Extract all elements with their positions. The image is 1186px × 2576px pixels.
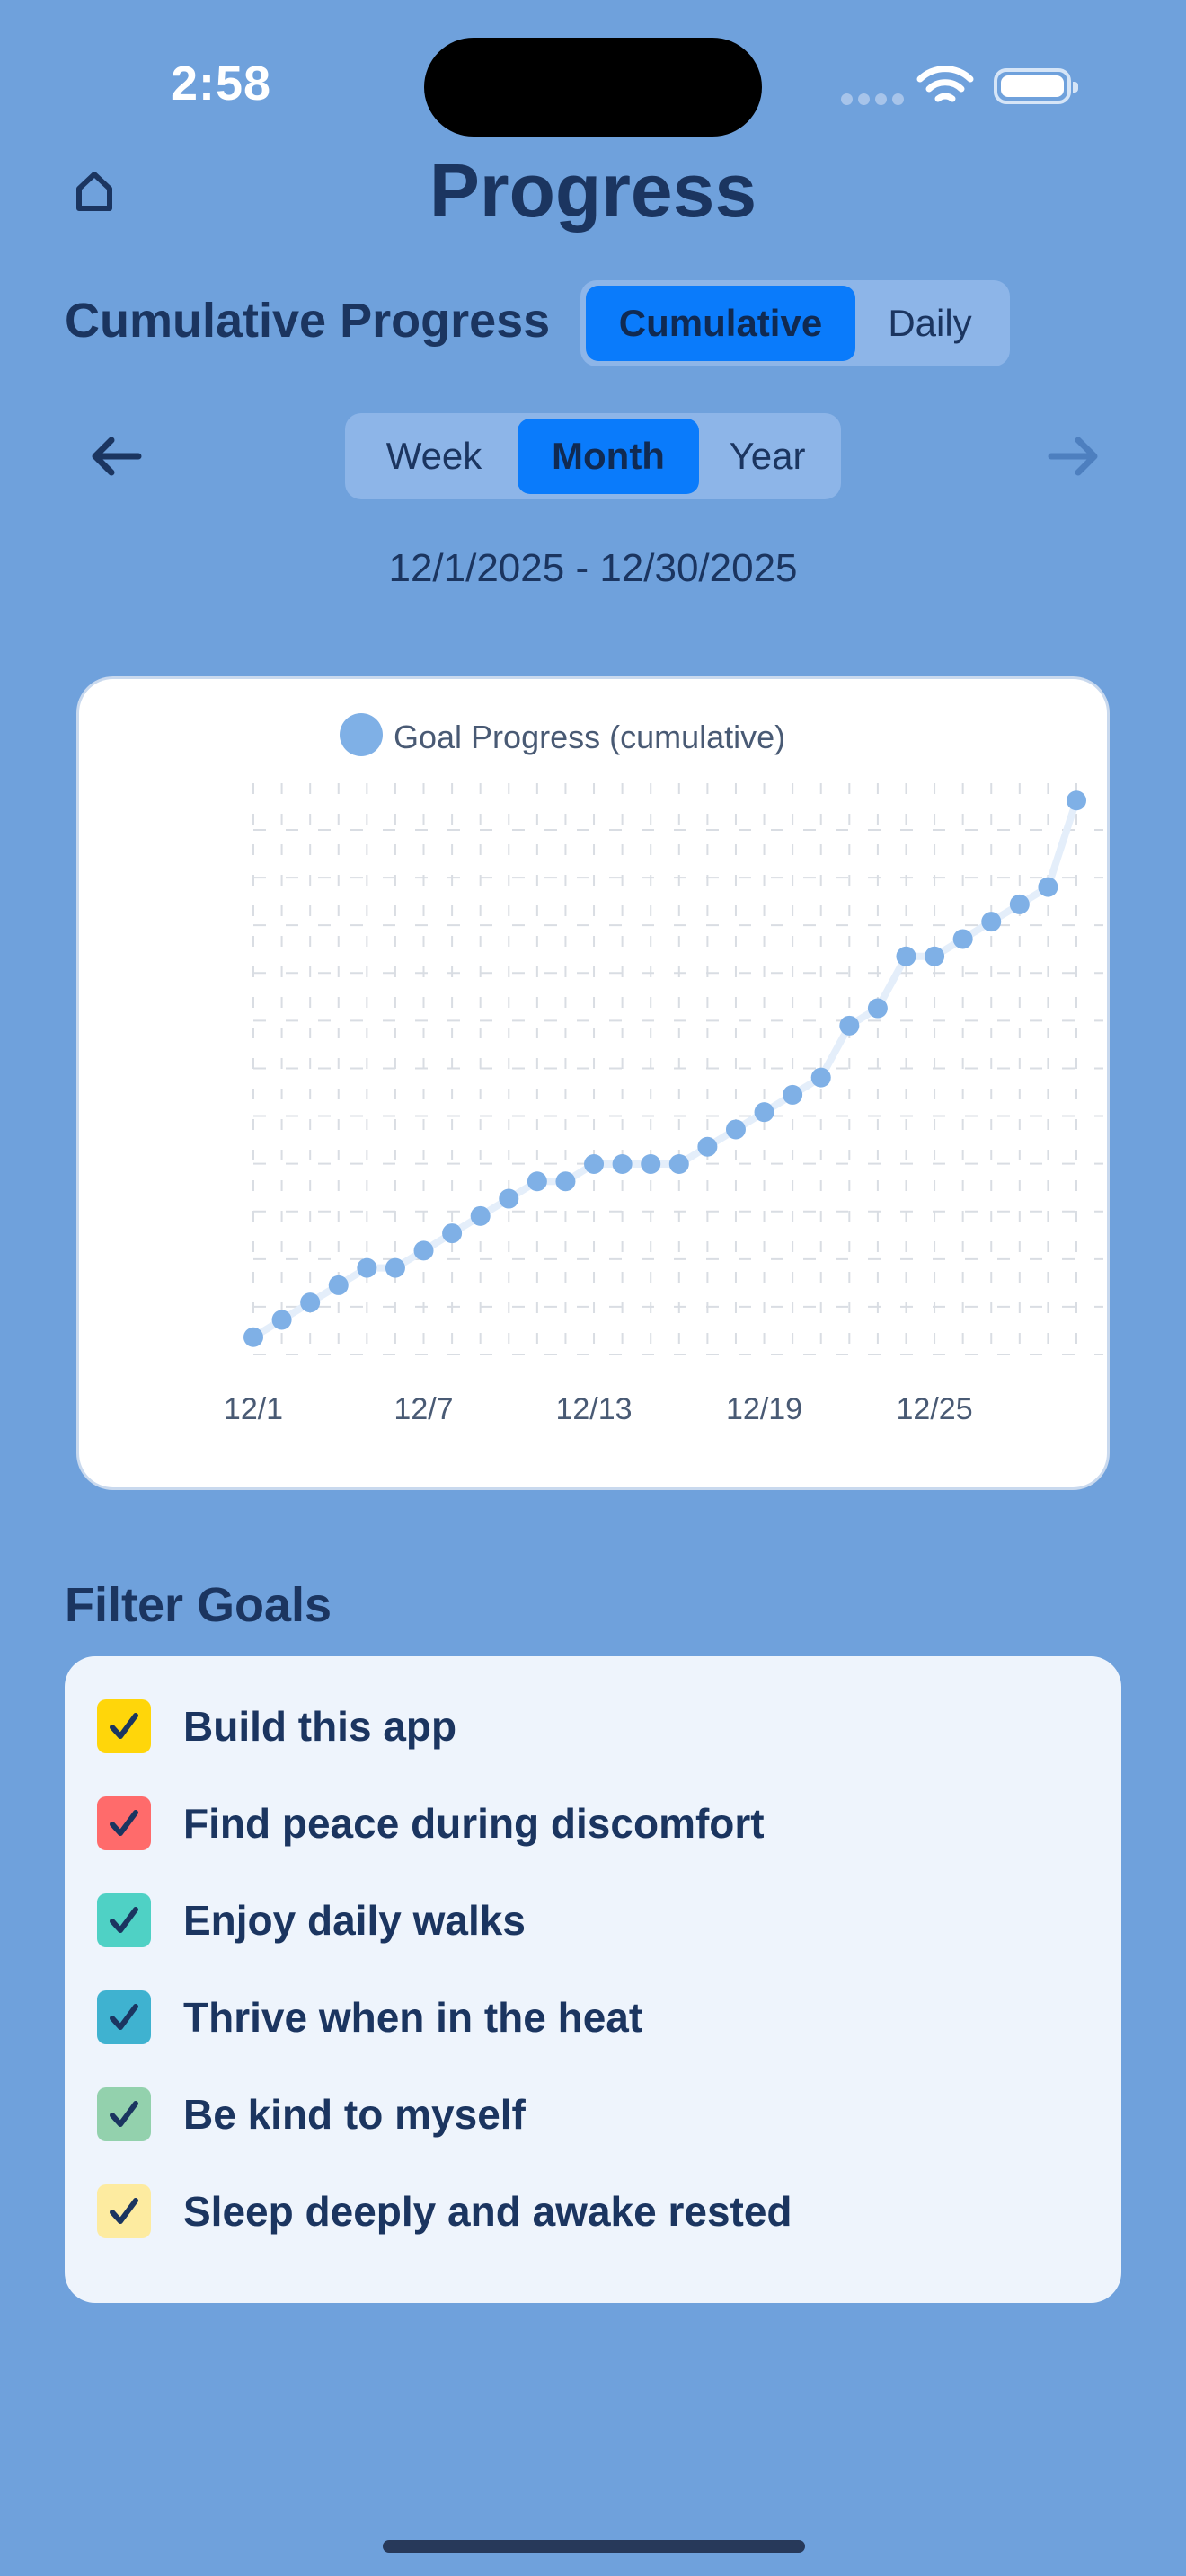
data-point [810,1067,831,1088]
data-point [981,912,1002,932]
goal-checkbox[interactable] [97,1796,151,1850]
data-point [1038,877,1058,897]
data-point [952,929,973,949]
x-tick-label: 12/13 [555,1392,632,1426]
x-tick-label: 12/25 [897,1392,973,1426]
data-point [413,1240,434,1261]
data-point [612,1154,633,1174]
progress-chart: 12/1 12/7 12/13 12/19 12/25 [224,783,1103,1426]
goal-filter-item[interactable]: Thrive when in the heat [97,1990,642,2044]
data-point [328,1275,349,1295]
goal-checkbox[interactable] [97,1699,151,1753]
x-tick-label: 12/19 [726,1392,802,1426]
checkmark-icon [110,2101,138,2127]
filter-title: Filter Goals [65,1578,332,1632]
data-point [527,1171,547,1192]
x-tick-label: 12/7 [394,1392,453,1426]
checkmark-icon [110,2198,138,2224]
data-point [470,1205,491,1226]
goal-checkbox[interactable] [97,1990,151,2044]
goal-filter-item[interactable]: Build this app [97,1699,456,1753]
goal-label: Thrive when in the heat [183,1994,643,2041]
data-point [243,1327,263,1347]
data-point [1067,790,1086,811]
data-point [697,1136,718,1157]
checkmark-icon [110,1713,138,1739]
checkmark-icon [110,2004,138,2030]
checkmark-icon [110,1810,138,1836]
data-point [584,1154,605,1174]
data-point [754,1102,774,1123]
series-line [251,799,1080,1341]
goal-checkbox[interactable] [97,2184,151,2238]
goal-checkbox[interactable] [97,1893,151,1947]
data-point [442,1223,463,1244]
data-point [725,1119,746,1140]
data-point [357,1257,377,1278]
goal-checkbox[interactable] [97,2087,151,2141]
goal-filter-item[interactable]: Enjoy daily walks [97,1893,526,1947]
data-point [1009,894,1030,914]
goal-label: Enjoy daily walks [183,1897,526,1944]
data-point [668,1154,689,1174]
checkmark-icon [110,1907,138,1933]
goal-filter-item[interactable]: Be kind to myself [97,2087,526,2141]
data-point [271,1310,292,1330]
data-point [925,946,945,966]
data-point [641,1154,661,1174]
goal-filter-item[interactable]: Sleep deeply and awake rested [97,2184,792,2238]
data-point [867,998,888,1019]
data-point [896,946,916,966]
data-point [300,1292,321,1313]
goal-label: Find peace during discomfort [183,1800,765,1847]
home-indicator[interactable] [383,2540,805,2553]
goal-label: Sleep deeply and awake rested [183,2188,792,2235]
goal-label: Build this app [183,1703,457,1750]
data-point [385,1257,405,1278]
goal-filter-item[interactable]: Find peace during discomfort [97,1796,765,1850]
goal-label: Be kind to myself [183,2091,526,2138]
data-point [783,1084,803,1105]
data-point [555,1171,576,1192]
data-point [839,1015,860,1036]
data-point [499,1188,519,1209]
x-tick-label: 12/1 [224,1392,283,1426]
